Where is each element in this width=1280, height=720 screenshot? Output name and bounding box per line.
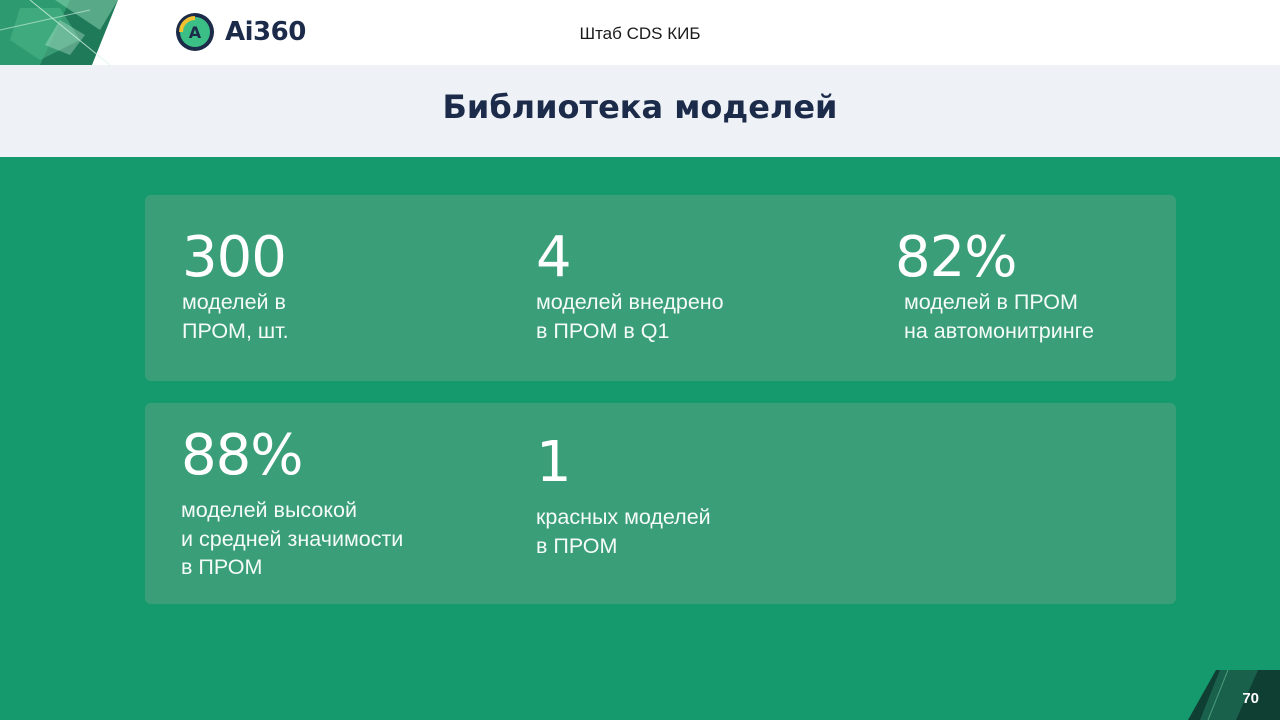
stat-value: 82% — [895, 225, 1017, 290]
stat-label: моделей внедрено в ПРОМ в Q1 — [536, 290, 724, 343]
page-number: 70 — [1242, 690, 1259, 707]
stat-models-deployed-q1: 4 моделей внедрено в ПРОМ в Q1 — [536, 228, 724, 345]
stat-label: моделей в ПРОМ, шт. — [182, 290, 289, 343]
stat-high-medium-significance: 88% моделей высокой и средней значимости… — [181, 426, 403, 582]
stat-models-in-prom: 300 моделей в ПРОМ, шт. — [182, 228, 289, 345]
stat-label: моделей высокой и средней значимости в П… — [181, 498, 404, 579]
stat-label: моделей в ПРОМ на автомонитринге — [904, 290, 1094, 343]
stat-value: 1 — [536, 430, 572, 495]
stat-red-models: 1 красных моделей в ПРОМ — [536, 433, 711, 560]
stat-value: 300 — [182, 225, 287, 290]
page-title: Библиотека моделей — [442, 88, 838, 126]
section-label: Штаб CDS КИБ — [579, 24, 701, 43]
page-corner-decoration — [1188, 670, 1280, 720]
stat-value: 88% — [181, 423, 303, 488]
top-bar: A Ai360 Штаб CDS КИБ — [0, 0, 1280, 65]
stat-value: 4 — [536, 225, 572, 290]
stat-label: красных моделей в ПРОМ — [536, 505, 711, 558]
stats-card-top: 300 моделей в ПРОМ, шт. 4 моделей внедре… — [145, 195, 1176, 381]
stat-auto-monitoring: 82% моделей в ПРОМ на автомонитринге — [895, 228, 1094, 345]
stats-card-bottom: 88% моделей высокой и средней значимости… — [145, 403, 1176, 604]
